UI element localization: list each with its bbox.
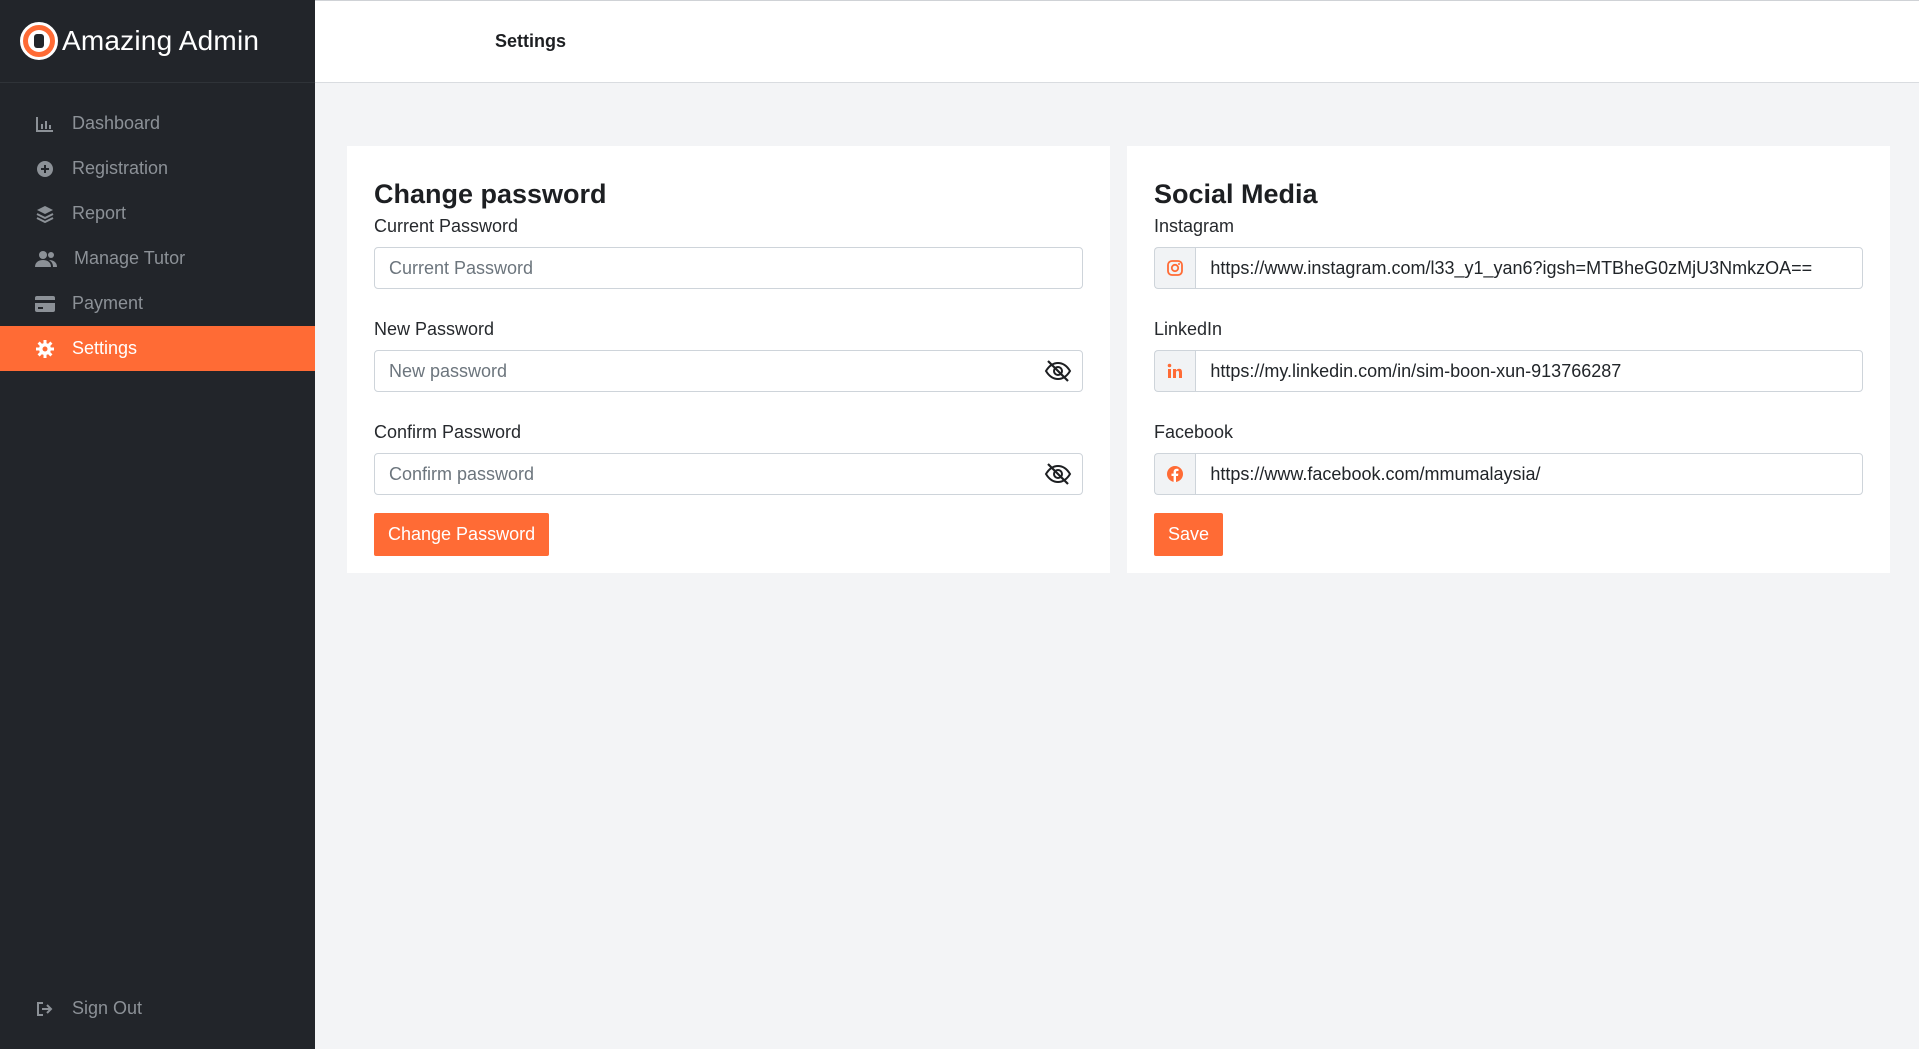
sign-out-button[interactable]: Sign Out	[0, 986, 315, 1031]
new-password-input[interactable]	[374, 350, 1083, 392]
chart-icon	[35, 114, 55, 134]
eye-slash-icon[interactable]	[1043, 461, 1073, 487]
sidebar-item-label: Manage Tutor	[74, 248, 186, 268]
change-password-button[interactable]: Change Password	[374, 513, 550, 556]
users-icon	[35, 249, 57, 269]
facebook-icon	[1154, 453, 1196, 495]
linkedin-input[interactable]	[1195, 350, 1863, 392]
current-password-label: Current Password	[374, 216, 519, 236]
app-title: Amazing Admin	[62, 25, 260, 56]
instagram-icon	[1154, 247, 1196, 289]
sidebar-item-payment[interactable]: Payment	[0, 281, 315, 326]
gear-icon	[35, 339, 55, 359]
confirm-password-input[interactable]	[374, 453, 1083, 495]
plus-circle-icon	[35, 159, 55, 179]
instagram-label: Instagram	[1154, 216, 1235, 236]
sidebar-item-manage-tutor[interactable]: Manage Tutor	[0, 236, 315, 281]
save-button[interactable]: Save	[1154, 513, 1224, 556]
sign-out-icon	[35, 999, 55, 1019]
brand[interactable]: Amazing Admin	[0, 0, 315, 83]
sidebar-item-label: Dashboard	[72, 113, 161, 133]
sidebar-nav: Dashboard Registration Report Manage Tut…	[0, 101, 315, 371]
card-title: Change password	[374, 179, 607, 209]
current-password-input[interactable]	[374, 247, 1083, 289]
linkedin-label: LinkedIn	[1154, 319, 1223, 339]
sidebar-item-report[interactable]: Report	[0, 191, 315, 236]
facebook-label: Facebook	[1154, 422, 1234, 442]
topbar: Settings	[315, 0, 1919, 83]
sign-out-label: Sign Out	[72, 998, 143, 1018]
sidebar-item-settings[interactable]: Settings	[0, 326, 315, 371]
sidebar-item-label: Registration	[72, 158, 169, 178]
sidebar-item-label: Payment	[72, 293, 144, 313]
facebook-input[interactable]	[1195, 453, 1863, 495]
page-title: Settings	[495, 31, 567, 51]
sidebar-item-registration[interactable]: Registration	[0, 146, 315, 191]
instagram-input[interactable]	[1195, 247, 1863, 289]
sidebar-item-label: Settings	[72, 338, 138, 358]
sidebar-item-label: Report	[72, 203, 127, 223]
card-title: Social Media	[1154, 179, 1318, 209]
change-password-card: Change password Current Password New Pas…	[347, 146, 1110, 573]
confirm-password-label: Confirm Password	[374, 422, 522, 442]
eye-slash-icon[interactable]	[1043, 358, 1073, 384]
layers-icon	[35, 204, 55, 224]
sidebar-item-dashboard[interactable]: Dashboard	[0, 101, 315, 146]
logo-icon	[20, 22, 58, 60]
linkedin-icon	[1154, 350, 1196, 392]
new-password-label: New Password	[374, 319, 495, 339]
credit-card-icon	[35, 294, 55, 314]
sidebar: Amazing Admin Dashboard Registration Rep…	[0, 0, 315, 1049]
social-media-card: Social Media Instagram LinkedIn Facebook…	[1127, 146, 1890, 573]
